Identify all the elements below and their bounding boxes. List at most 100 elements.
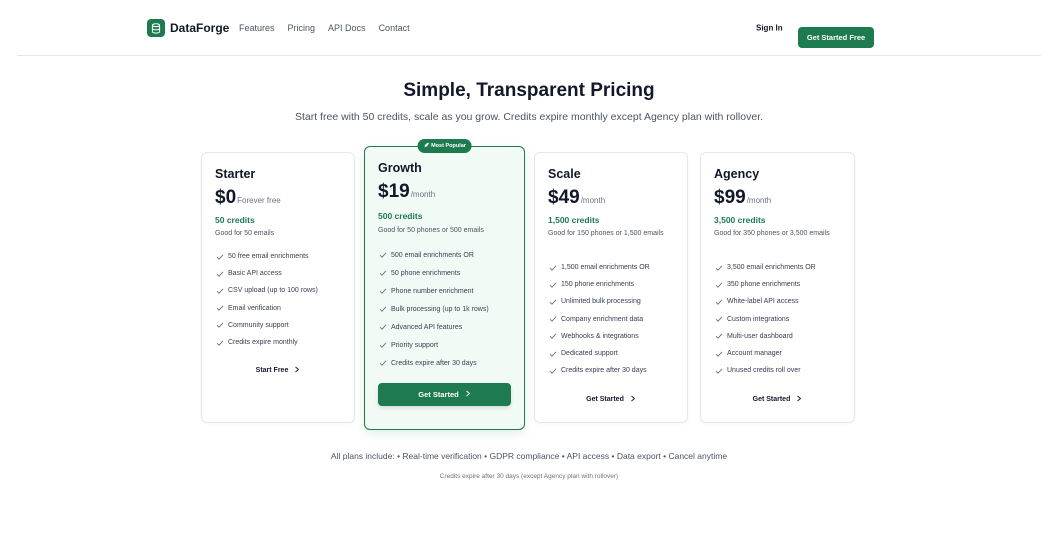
- check-icon: [215, 338, 224, 347]
- get-started-free-button[interactable]: Get Started Free: [798, 27, 874, 48]
- page-subtitle: Start free with 50 credits, scale as you…: [294, 111, 764, 123]
- feature-item: Webhooks & integrations: [548, 328, 650, 345]
- brand-logo-link[interactable]: DataForge: [147, 19, 229, 37]
- nav-link-contact[interactable]: Contact: [379, 23, 410, 33]
- plan-card-agency: Agency $99 /month 3,500 credits Good for…: [700, 152, 855, 423]
- check-icon: [714, 280, 723, 289]
- feature-item: White-label API access: [714, 293, 816, 310]
- feature-item: Community support: [215, 317, 318, 334]
- chevron-right-icon: [294, 366, 300, 375]
- nav-links: Features Pricing API Docs Contact: [239, 23, 410, 33]
- feature-item: Credits expire after 30 days: [378, 354, 489, 372]
- feature-item: Company enrichment data: [548, 311, 650, 328]
- feature-item: Credits expire monthly: [215, 334, 318, 351]
- plans-include-text: All plans include: • Real-time verificat…: [330, 451, 728, 461]
- plan-name: Scale: [548, 167, 581, 181]
- sign-in-link[interactable]: Sign In: [756, 24, 783, 33]
- check-icon: [378, 359, 387, 368]
- get-started-button[interactable]: Get Started: [701, 395, 854, 404]
- database-icon: [147, 19, 165, 37]
- plan-credits: 50 credits: [215, 215, 255, 225]
- feature-item: Basic API access: [215, 265, 318, 282]
- feature-item: CSV upload (up to 100 rows): [215, 282, 318, 299]
- check-icon: [378, 287, 387, 296]
- check-icon: [378, 323, 387, 332]
- check-icon: [714, 366, 723, 375]
- plan-card-starter: Starter $0 Forever free 50 credits Good …: [201, 152, 355, 423]
- plan-credits-desc: Good for 50 emails: [215, 230, 275, 237]
- feature-list: 1,500 email enrichments OR 150 phone enr…: [548, 259, 650, 379]
- plan-name: Growth: [378, 161, 422, 175]
- plan-period: /month: [410, 190, 436, 199]
- feature-list: 3,500 email enrichments OR 350 phone enr…: [714, 259, 816, 379]
- plan-name: Starter: [215, 167, 256, 181]
- plan-period: Forever free: [237, 196, 281, 205]
- check-icon: [378, 269, 387, 278]
- get-started-button[interactable]: Get Started: [535, 395, 687, 404]
- check-icon: [548, 332, 557, 341]
- check-icon: [714, 332, 723, 341]
- plan-credits: 3,500 credits: [714, 215, 766, 225]
- feature-item: 50 phone enrichments: [378, 264, 489, 282]
- button-label: Get Started: [752, 396, 791, 403]
- price-row: $49 /month: [548, 187, 605, 209]
- plan-credits-desc: Good for 50 phones or 500 emails: [378, 227, 484, 234]
- feature-item: Credits expire after 30 days: [548, 362, 650, 379]
- check-icon: [378, 251, 387, 260]
- credits-expiry-note: Credits expire after 30 days (except Age…: [439, 473, 619, 480]
- rocket-icon: [423, 142, 429, 150]
- feature-item: 3,500 email enrichments OR: [714, 259, 816, 276]
- feature-item: Custom integrations: [714, 311, 816, 328]
- check-icon: [714, 349, 723, 358]
- feature-item: 500 email enrichments OR: [378, 246, 489, 264]
- plan-credits-desc: Good for 150 phones or 1,500 emails: [548, 230, 664, 237]
- plan-period: /month: [580, 196, 606, 205]
- check-icon: [215, 269, 224, 278]
- badge-label: Most Popular: [431, 143, 466, 149]
- start-free-button[interactable]: Start Free: [202, 366, 354, 375]
- feature-item: Unused credits roll over: [714, 362, 816, 379]
- nav-link-features[interactable]: Features: [239, 23, 275, 33]
- feature-item: Dedicated support: [548, 345, 650, 362]
- plan-price: $19: [378, 181, 410, 202]
- feature-item: Account manager: [714, 345, 816, 362]
- nav-link-pricing[interactable]: Pricing: [288, 23, 316, 33]
- check-icon: [548, 315, 557, 324]
- plan-credits: 500 credits: [378, 211, 423, 221]
- check-icon: [378, 305, 387, 314]
- page-title: Simple, Transparent Pricing: [403, 80, 655, 101]
- check-icon: [215, 252, 224, 261]
- plan-period: /month: [746, 196, 772, 205]
- price-row: $99 /month: [714, 187, 771, 209]
- plan-price: $99: [714, 187, 746, 208]
- check-icon: [548, 280, 557, 289]
- check-icon: [548, 366, 557, 375]
- check-icon: [215, 286, 224, 295]
- most-popular-badge: Most Popular: [417, 139, 472, 153]
- feature-item: Multi-user dashboard: [714, 328, 816, 345]
- price-row: $0 Forever free: [215, 187, 281, 209]
- plan-card-scale: Scale $49 /month 1,500 credits Good for …: [534, 152, 688, 423]
- feature-list: 50 free email enrichments Basic API acce…: [215, 248, 318, 351]
- feature-list: 500 email enrichments OR 50 phone enrich…: [378, 246, 489, 372]
- plan-price: $49: [548, 187, 580, 208]
- button-label: Start Free: [255, 367, 289, 374]
- button-label: Get Started: [586, 396, 624, 403]
- nav-link-api-docs[interactable]: API Docs: [328, 23, 366, 33]
- get-started-button[interactable]: Get Started: [378, 383, 511, 406]
- feature-item: 150 phone enrichments: [548, 276, 650, 293]
- check-icon: [714, 297, 723, 306]
- feature-item: Phone number enrichment: [378, 282, 489, 300]
- feature-item: 350 phone enrichments: [714, 276, 816, 293]
- check-icon: [215, 304, 224, 313]
- feature-item: 50 free email enrichments: [215, 248, 318, 265]
- price-row: $19 /month: [378, 181, 435, 203]
- feature-item: 1,500 email enrichments OR: [548, 259, 650, 276]
- check-icon: [714, 263, 723, 272]
- feature-item: Priority support: [378, 336, 489, 354]
- check-icon: [548, 297, 557, 306]
- check-icon: [215, 321, 224, 330]
- feature-item: Unlimited bulk processing: [548, 293, 650, 310]
- check-icon: [548, 349, 557, 358]
- feature-item: Advanced API features: [378, 318, 489, 336]
